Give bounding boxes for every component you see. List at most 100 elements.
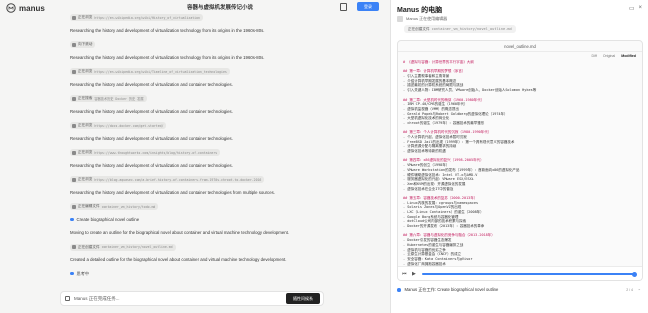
tool-chip[interactable]: 正在浏览 https://blog.aquasec.com/a-brief-his… [70,176,265,183]
message-text: Researching the history and development … [70,189,275,195]
tool-verb: 正在浏览 [78,177,93,181]
tool-chip[interactable]: 正在编辑文件 container_vm_history/todo.md [70,203,159,210]
brand[interactable]: manus [6,3,45,13]
editor-toolbar: Diff Original Modified [398,52,642,60]
tool-target: https://en.wikipedia.org/wiki/Timeline_o… [94,69,227,74]
tool-action-chip[interactable]: 正在创建文件 container_vm_history/novel_outline… [70,243,176,251]
message-text: Researching the history and development … [70,81,233,87]
replay-player: ⏮ ▶ [398,266,642,280]
tool-chip[interactable]: 正在搜索 容器技术历史 Docker 历史 发展 [70,95,147,102]
agent-status: Manus 正在使用编辑器 [397,16,447,22]
chat-input[interactable]: Manus 正在完成任务... [60,291,324,306]
login-button[interactable]: 登录 [357,2,379,11]
tool-action-chip[interactable]: 正在浏览 https://blog.aquasec.com/a-brief-his… [70,176,265,183]
tool-action-chip[interactable]: 正在浏览 https://en.wikipedia.org/wiki/Histor… [70,14,203,21]
message-text: Researching the history and development … [70,162,233,168]
skip-back-icon[interactable]: ⏮ [402,271,407,277]
tool-icon [72,69,76,74]
tool-target: 容器技术历史 Docker 历史 发展 [94,97,144,101]
status-message: Researching the history and development … [70,109,233,114]
minimize-icon[interactable]: ▭ [629,5,635,12]
tool-icon [72,204,76,209]
task-status-text: Manus 正在工作: Create biographical novel ou… [404,287,499,292]
tab-diff[interactable]: Diff [592,54,597,58]
tool-verb: 正在浏览 [78,123,93,127]
tool-target: container_vm_history/todo.md [101,204,156,209]
status-message: Researching the history and development … [70,55,264,60]
chevron-up-icon[interactable]: ⌃ [638,288,641,293]
tool-icon [72,123,76,128]
tool-verb: 正在搜索 [78,96,93,100]
tool-verb: 正在浏览 [78,69,93,73]
share-icon[interactable] [340,3,347,11]
status-message: Create biographical novel outline [70,217,139,222]
status-dot [397,288,401,292]
tool-chip[interactable]: 正在创建文件 container_vm_history/novel_outline… [70,243,176,251]
chat-column: manus 容器与虚拟机发展传记小说 登录 正在浏览 https://en.wik… [0,0,388,313]
computer-panel: Manus 的电脑 ▭ × Manus 正在使用编辑器 正在创建文件 conta… [390,0,648,313]
progress-knob[interactable] [632,271,638,277]
status-message: Created a detailed outline for the biogr… [70,257,286,262]
tool-target: https://blog.aquasec.com/a-brief-history… [94,177,262,182]
tool-chip[interactable]: 向下滚动 [70,41,96,48]
tab-modified[interactable]: Modified [621,54,636,58]
tool-icon [72,245,76,249]
tool-chip[interactable]: 正在浏览 https://en.wikipedia.org/wiki/Histor… [70,14,203,21]
play-icon[interactable]: ▶ [412,271,416,277]
tool-action-chip[interactable]: 正在浏览 https://en.wikipedia.org/wiki/Timeli… [70,68,230,75]
status-message: Researching the history and development … [70,82,233,87]
task-status[interactable]: Manus 正在工作: Create biographical novel ou… [397,285,643,295]
tool-verb: 正在编辑文件 [78,204,100,208]
agent-status-text: Manus 正在使用编辑器 [406,16,448,21]
panel-title: Manus 的电脑 [397,7,443,14]
tool-chip[interactable]: 正在浏览 https://www.thoughtworks.com/insight… [70,149,221,156]
tool-icon [72,15,76,20]
tool-action-chip[interactable]: 正在搜索 容器技术历史 Docker 历史 发展 [70,95,147,102]
tool-icon [72,150,76,155]
chat-title: 容器与虚拟机发展传记小说 [186,5,253,11]
tool-target: https://docs.docker.com/get-started/ [94,123,164,128]
message-text: Created a detailed outline for the biogr… [70,257,287,262]
message-text: Researching the history and development … [70,27,265,33]
task-count: 2 / 4 [626,288,633,292]
tool-target: https://www.thoughtworks.com/insights/bl… [94,150,218,155]
tool-chip[interactable]: 正在浏览 https://en.wikipedia.org/wiki/Timeli… [70,68,230,75]
tool-icon [72,177,76,182]
message-text: Create biographical novel outline [76,216,140,222]
tool-action-chip[interactable]: 向下滚动 [70,41,96,48]
status-message: Researching the history and development … [70,28,264,33]
code-view[interactable]: # 《虚拟与容器：计算世界的平行宇宙》大纲 ## 第一章：计算机早期的梦想（序言）… [403,60,638,280]
file-chip[interactable]: 正在创建文件 container_vm_history/novel_outlin… [404,25,516,33]
tool-verb: 正在创建文件 [78,244,100,249]
tool-target: container_vm_history/novel_outline.md [101,245,173,249]
tool-chip[interactable]: 正在浏览 https://docs.docker.com/get-started/ [70,122,167,129]
close-icon[interactable]: × [638,5,642,12]
status-message: Researching the history and development … [70,163,233,168]
panel-controls: ▭ × [629,5,642,12]
status-dot [70,217,74,222]
message-text: 思考中 [76,270,90,276]
tool-action-chip[interactable]: 正在浏览 https://docs.docker.com/get-started/ [70,122,167,129]
editor-icon [397,16,403,22]
status-message: Moving to create an outline for the biog… [70,230,289,235]
tool-action-chip[interactable]: 正在浏览 https://www.thoughtworks.com/insight… [70,149,221,156]
message-text: Researching the history and development … [70,54,265,60]
tool-action-chip[interactable]: 正在编辑文件 container_vm_history/todo.md [70,203,159,210]
wake-button[interactable]: 随性问候系 [286,293,320,304]
status-message: Researching the history and development … [70,136,233,141]
chat-input-placeholder: Manus 正在完成任务... [74,296,120,301]
tool-verb: 正在浏览 [78,15,93,19]
brand-name: manus [19,3,45,13]
file-chip-path: container_vm_history/novel_outline.md [431,27,512,31]
tool-icon [72,96,76,101]
tool-icon [72,42,76,47]
message-text: Researching the history and development … [70,135,233,141]
progress-track[interactable] [422,271,638,277]
editor-tab[interactable]: novel_outline.md [398,41,642,52]
message-text: Moving to create an outline for the biog… [70,230,290,235]
status-message: Researching the history and development … [70,190,275,195]
attach-icon[interactable] [65,296,70,301]
manus-logo-icon [6,3,16,13]
tab-original[interactable]: Original [603,54,615,58]
status-dot [70,271,74,276]
